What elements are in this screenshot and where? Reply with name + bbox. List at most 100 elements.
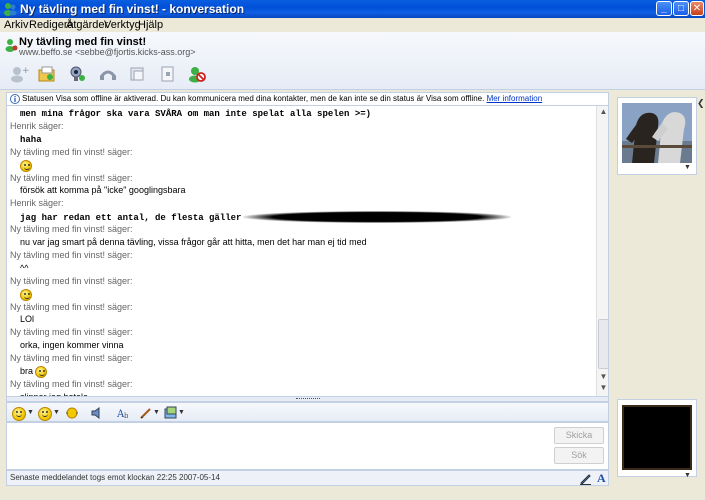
message-text: men mina frågor ska vara SVÅRA om man in…	[20, 109, 372, 119]
menu-hjalp[interactable]: Hjälp	[138, 19, 163, 31]
scroll-down-icon[interactable]: ▼	[598, 372, 608, 383]
message-input-area: Skicka Sök	[6, 422, 609, 470]
format-toolbar: ▼ ▼ Ab ▼ ▼	[6, 402, 609, 422]
sender-line: Ny tävling med fin vinst! säger:	[10, 224, 133, 234]
activities-icon[interactable]	[128, 65, 148, 83]
more-info-link[interactable]: Mer information	[487, 94, 543, 103]
block-icon[interactable]	[187, 65, 207, 83]
own-picture-dropdown-icon[interactable]: ▼	[684, 472, 691, 479]
messenger-icon	[4, 3, 17, 16]
info-text: Statusen Visa som offline är aktiverad. …	[22, 94, 485, 103]
message-text: orka, ingen kommer vinna	[20, 340, 124, 351]
sender-line: Ny tävling med fin vinst! säger:	[10, 250, 133, 260]
scroll-up-icon[interactable]: ▲	[598, 107, 608, 118]
contact-display-picture[interactable]: ▼	[617, 97, 697, 175]
sender-line: Ny tävling med fin vinst! säger:	[10, 379, 133, 389]
menu-atgarder[interactable]: Åtgärder	[66, 19, 108, 31]
sender-name: Ny tävling med fin vinst! säger:	[10, 224, 133, 235]
sender-name: Ny tävling med fin vinst! säger:	[10, 146, 133, 157]
message-text: bra	[20, 366, 34, 377]
webcam-icon[interactable]	[67, 65, 87, 83]
call-icon[interactable]	[98, 65, 118, 83]
offline-info-bar: Statusen Visa som offline är aktiverad. …	[6, 92, 609, 106]
message-line: försök att komma på "icke" googlingsbara	[10, 185, 185, 195]
sender-name: Ny tävling med fin vinst! säger:	[10, 301, 133, 312]
sender-line: Ny tävling med fin vinst! säger:	[10, 276, 133, 286]
message-text: nu var jag smart på denna tävling, vissa…	[20, 237, 367, 247]
sender-line: Henrik säger:	[10, 121, 64, 131]
contact-email: www.beffo.se <sebbe@fjortis.kicks-ass.or…	[19, 47, 196, 57]
redaction-scribble	[243, 211, 512, 224]
message-line: ^^	[10, 263, 28, 273]
voice-clip-icon[interactable]	[89, 406, 103, 420]
smiley-emoticon-icon	[20, 288, 32, 301]
message-line: men mina frågor ska vara SVÅRA om man in…	[10, 108, 371, 119]
status-bar: Senaste meddelandet togs emot klockan 22…	[6, 470, 609, 486]
sender-name: Ny tävling med fin vinst! säger:	[10, 249, 133, 260]
message-line: bra	[10, 366, 48, 378]
emoticon-icon[interactable]	[12, 407, 26, 421]
message-line: haha	[10, 134, 42, 145]
menu-bar: Arkiv Redigera Åtgärder Verktyg Hjälp	[0, 18, 705, 32]
sender-name: Ny tävling med fin vinst! säger:	[10, 275, 133, 286]
send-button[interactable]: Skicka	[554, 427, 604, 444]
smiley-emoticon-icon	[20, 159, 32, 172]
menu-verktyg[interactable]: Verktyg	[104, 19, 141, 31]
conversation-header: Ny tävling med fin vinst! www.beffo.se <…	[0, 32, 705, 90]
message-text: ^^	[20, 262, 29, 273]
sender-line: Ny tävling med fin vinst! säger:	[10, 147, 133, 157]
contact-picture-dropdown-icon[interactable]: ▼	[684, 164, 691, 171]
minimize-button[interactable]: _	[656, 1, 672, 16]
scroll-thumb[interactable]	[598, 319, 608, 369]
sender-line: Ny tävling med fin vinst! säger:	[10, 302, 133, 312]
conversation-history[interactable]: men mina frågor ska vara SVÅRA om man in…	[6, 106, 609, 396]
invite-contact-icon[interactable]: +	[9, 65, 29, 83]
games-icon[interactable]	[158, 65, 178, 83]
splitter-grip[interactable]	[296, 398, 320, 400]
message-line	[10, 288, 32, 301]
sender-name: Ny tävling med fin vinst! säger:	[10, 378, 133, 389]
last-message-status: Senaste meddelandet togs emot klockan 22…	[10, 473, 220, 482]
handwriting-icon[interactable]	[139, 406, 153, 420]
horses-picture	[622, 103, 692, 163]
window-bottom-edge	[0, 486, 611, 500]
nudge-icon[interactable]	[65, 406, 79, 420]
wink-icon[interactable]	[38, 407, 52, 421]
emoticon-dropdown-icon[interactable]: ▼	[27, 409, 34, 416]
font-button[interactable]: A	[597, 471, 606, 486]
own-display-picture[interactable]: ▼	[617, 399, 697, 479]
background-icon[interactable]	[164, 406, 178, 420]
send-files-icon[interactable]	[37, 65, 57, 83]
history-scrollbar[interactable]: ▲ ▼ ▼	[596, 106, 608, 396]
svg-text:b: b	[124, 412, 129, 420]
message-text: LOl	[20, 314, 35, 325]
search-button[interactable]: Sök	[554, 447, 604, 464]
collapse-panel-icon[interactable]: ❮	[697, 98, 705, 109]
pen-icon[interactable]	[579, 472, 592, 485]
font-icon[interactable]: Ab	[117, 406, 131, 420]
message-text: försök att komma på "icke" googlingsbara	[20, 185, 186, 196]
sender-line: Henrik säger:	[10, 198, 64, 208]
message-line: LOl	[10, 314, 34, 324]
display-picture-panel: ❮ ▼ ▼	[611, 90, 705, 500]
sender-line: Ny tävling med fin vinst! säger:	[10, 173, 133, 183]
own-picture-image	[622, 405, 692, 470]
smiley-emoticon-icon	[35, 366, 48, 378]
menu-arkiv[interactable]: Arkiv	[4, 19, 28, 31]
message-line: orka, ingen kommer vinna	[10, 340, 124, 350]
maximize-button[interactable]: □	[673, 1, 689, 16]
contact-status-icon	[5, 39, 18, 52]
message-line: jag har redan ett antal, de flesta gälle…	[10, 211, 512, 224]
title-bar[interactable]: Ny tävling med fin vinst! - konversation…	[0, 0, 705, 18]
message-text: jag har redan ett antal, de flesta gälle…	[20, 212, 242, 223]
sender-line: Ny tävling med fin vinst! säger:	[10, 353, 133, 363]
wink-dropdown-icon[interactable]: ▼	[53, 409, 60, 416]
sender-name: Henrik säger:	[10, 198, 64, 209]
sender-name: Ny tävling med fin vinst! säger:	[10, 353, 133, 364]
scroll-end-icon[interactable]: ▼	[598, 383, 608, 394]
svg-text:+: +	[22, 66, 29, 76]
handwriting-dropdown-icon[interactable]: ▼	[153, 409, 160, 416]
message-input[interactable]	[7, 423, 547, 469]
background-dropdown-icon[interactable]: ▼	[178, 409, 185, 416]
close-button[interactable]: ✕	[690, 1, 704, 16]
